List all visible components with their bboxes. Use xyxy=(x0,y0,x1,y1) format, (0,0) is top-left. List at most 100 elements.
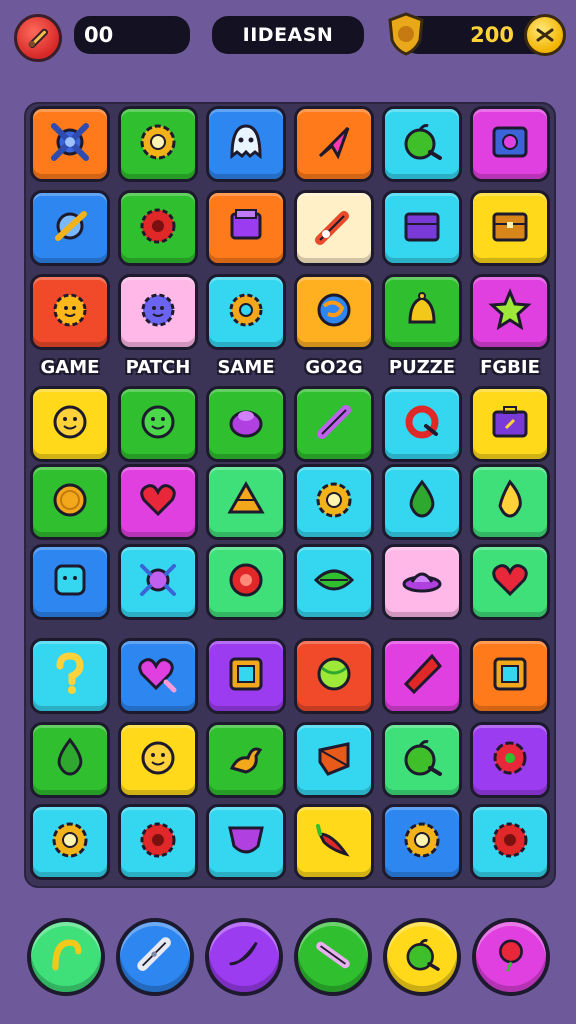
tile-gear[interactable] xyxy=(382,804,462,880)
tile-coin[interactable] xyxy=(30,464,110,540)
hook-icon xyxy=(43,932,89,982)
tile-flame[interactable] xyxy=(470,464,550,540)
leaf-icon xyxy=(308,554,360,610)
tile-smiley[interactable] xyxy=(118,722,198,798)
tile-cog[interactable] xyxy=(118,190,198,266)
tile-frame[interactable] xyxy=(470,638,550,714)
tile-smiley[interactable] xyxy=(30,386,110,462)
blob-icon xyxy=(220,396,272,452)
tile-arrow-cursor[interactable] xyxy=(294,106,374,182)
tile-tube[interactable] xyxy=(294,386,374,462)
flower-icon xyxy=(484,732,536,788)
face-icon xyxy=(132,396,184,452)
powerup-bat-button[interactable] xyxy=(294,918,372,996)
tile-gem[interactable] xyxy=(294,722,374,798)
tile-gear[interactable] xyxy=(118,106,198,182)
sun-gear-icon xyxy=(44,284,96,340)
star-icon xyxy=(484,284,536,340)
tile-smiley-gear[interactable] xyxy=(118,274,198,350)
box-icon xyxy=(220,200,272,256)
coin-value: 200 xyxy=(470,23,514,47)
tile-syringe[interactable] xyxy=(294,190,374,266)
tile-star[interactable] xyxy=(470,274,550,350)
tile-drop[interactable] xyxy=(382,464,462,540)
gear-icon xyxy=(132,116,184,172)
shield-icon xyxy=(220,814,272,870)
tile-bug[interactable] xyxy=(118,544,198,620)
tile-shield[interactable] xyxy=(206,804,286,880)
smiley-icon xyxy=(132,732,184,788)
tube-icon xyxy=(308,396,360,452)
tile-flower[interactable] xyxy=(470,722,550,798)
balloon-icon xyxy=(488,932,534,982)
tile-gear[interactable] xyxy=(30,804,110,880)
tile-briefcase[interactable] xyxy=(470,386,550,462)
powerup-banana-button[interactable] xyxy=(205,918,283,996)
level-title: IIDEASN xyxy=(212,16,364,54)
category-label: FGBIE xyxy=(480,357,540,378)
tile-gear[interactable] xyxy=(294,464,374,540)
tile-drop[interactable] xyxy=(30,722,110,798)
gear-icon xyxy=(396,814,448,870)
tile-cog[interactable] xyxy=(118,804,198,880)
tile-apple[interactable] xyxy=(382,106,462,182)
tile-heart[interactable] xyxy=(470,544,550,620)
tile-rocket[interactable] xyxy=(30,190,110,266)
bat-icon xyxy=(310,932,356,982)
tile-ghost[interactable] xyxy=(206,106,286,182)
flame-icon xyxy=(484,474,536,530)
frame-icon xyxy=(220,648,272,704)
tile-heart-tag[interactable] xyxy=(118,638,198,714)
tile-apple[interactable] xyxy=(382,722,462,798)
category-label: PUZZE xyxy=(388,357,456,378)
tile-donut-gear[interactable] xyxy=(206,274,286,350)
kite-icon xyxy=(396,648,448,704)
counter-value: 00 xyxy=(84,23,114,47)
powerup-apple-button[interactable] xyxy=(383,918,461,996)
tile-bell[interactable] xyxy=(382,274,462,350)
tile-safe[interactable] xyxy=(470,106,550,182)
puzzle-board xyxy=(24,102,556,888)
tile-cog[interactable] xyxy=(470,804,550,880)
ball-icon xyxy=(308,648,360,704)
briefcase-icon xyxy=(484,396,536,452)
tile-gear-face[interactable] xyxy=(30,544,110,620)
tile-frame[interactable] xyxy=(206,638,286,714)
apple-icon xyxy=(399,932,445,982)
powerup-balloon-button[interactable] xyxy=(472,918,550,996)
tile-chili[interactable] xyxy=(294,804,374,880)
powerup-hook-button[interactable] xyxy=(27,918,105,996)
heart-tag-icon xyxy=(132,648,184,704)
tile-leaf[interactable] xyxy=(294,544,374,620)
bell-icon xyxy=(396,284,448,340)
tile-kite[interactable] xyxy=(382,638,462,714)
tile-heart[interactable] xyxy=(118,464,198,540)
tile-x-gear[interactable] xyxy=(30,106,110,182)
tile-box[interactable] xyxy=(206,190,286,266)
safe-icon xyxy=(484,116,536,172)
treasure-chest-icon xyxy=(484,200,536,256)
wrench-icon[interactable] xyxy=(14,14,62,62)
tile-ball[interactable] xyxy=(294,638,374,714)
apple-icon xyxy=(396,732,448,788)
tile-swirl[interactable] xyxy=(294,274,374,350)
tile-pyramid[interactable] xyxy=(206,464,286,540)
tile-ring[interactable] xyxy=(382,386,462,462)
tile-blob[interactable] xyxy=(206,386,286,462)
pyramid-icon xyxy=(220,474,272,530)
tile-chest[interactable] xyxy=(382,190,462,266)
powerup-bandage-button[interactable] xyxy=(116,918,194,996)
coin-icon xyxy=(44,474,96,530)
tile-face[interactable] xyxy=(118,386,198,462)
tile-question[interactable] xyxy=(30,638,110,714)
category-label: GO2G xyxy=(305,357,363,378)
tile-duck[interactable] xyxy=(206,722,286,798)
tile-ufo[interactable] xyxy=(382,544,462,620)
coin-icon[interactable] xyxy=(524,14,566,56)
trophy-shield-icon[interactable] xyxy=(386,12,426,56)
tile-sun-gear[interactable] xyxy=(30,274,110,350)
tile-treasure-chest[interactable] xyxy=(470,190,550,266)
tile-target[interactable] xyxy=(206,544,286,620)
frame-icon xyxy=(484,648,536,704)
smiley-gear-icon xyxy=(132,284,184,340)
